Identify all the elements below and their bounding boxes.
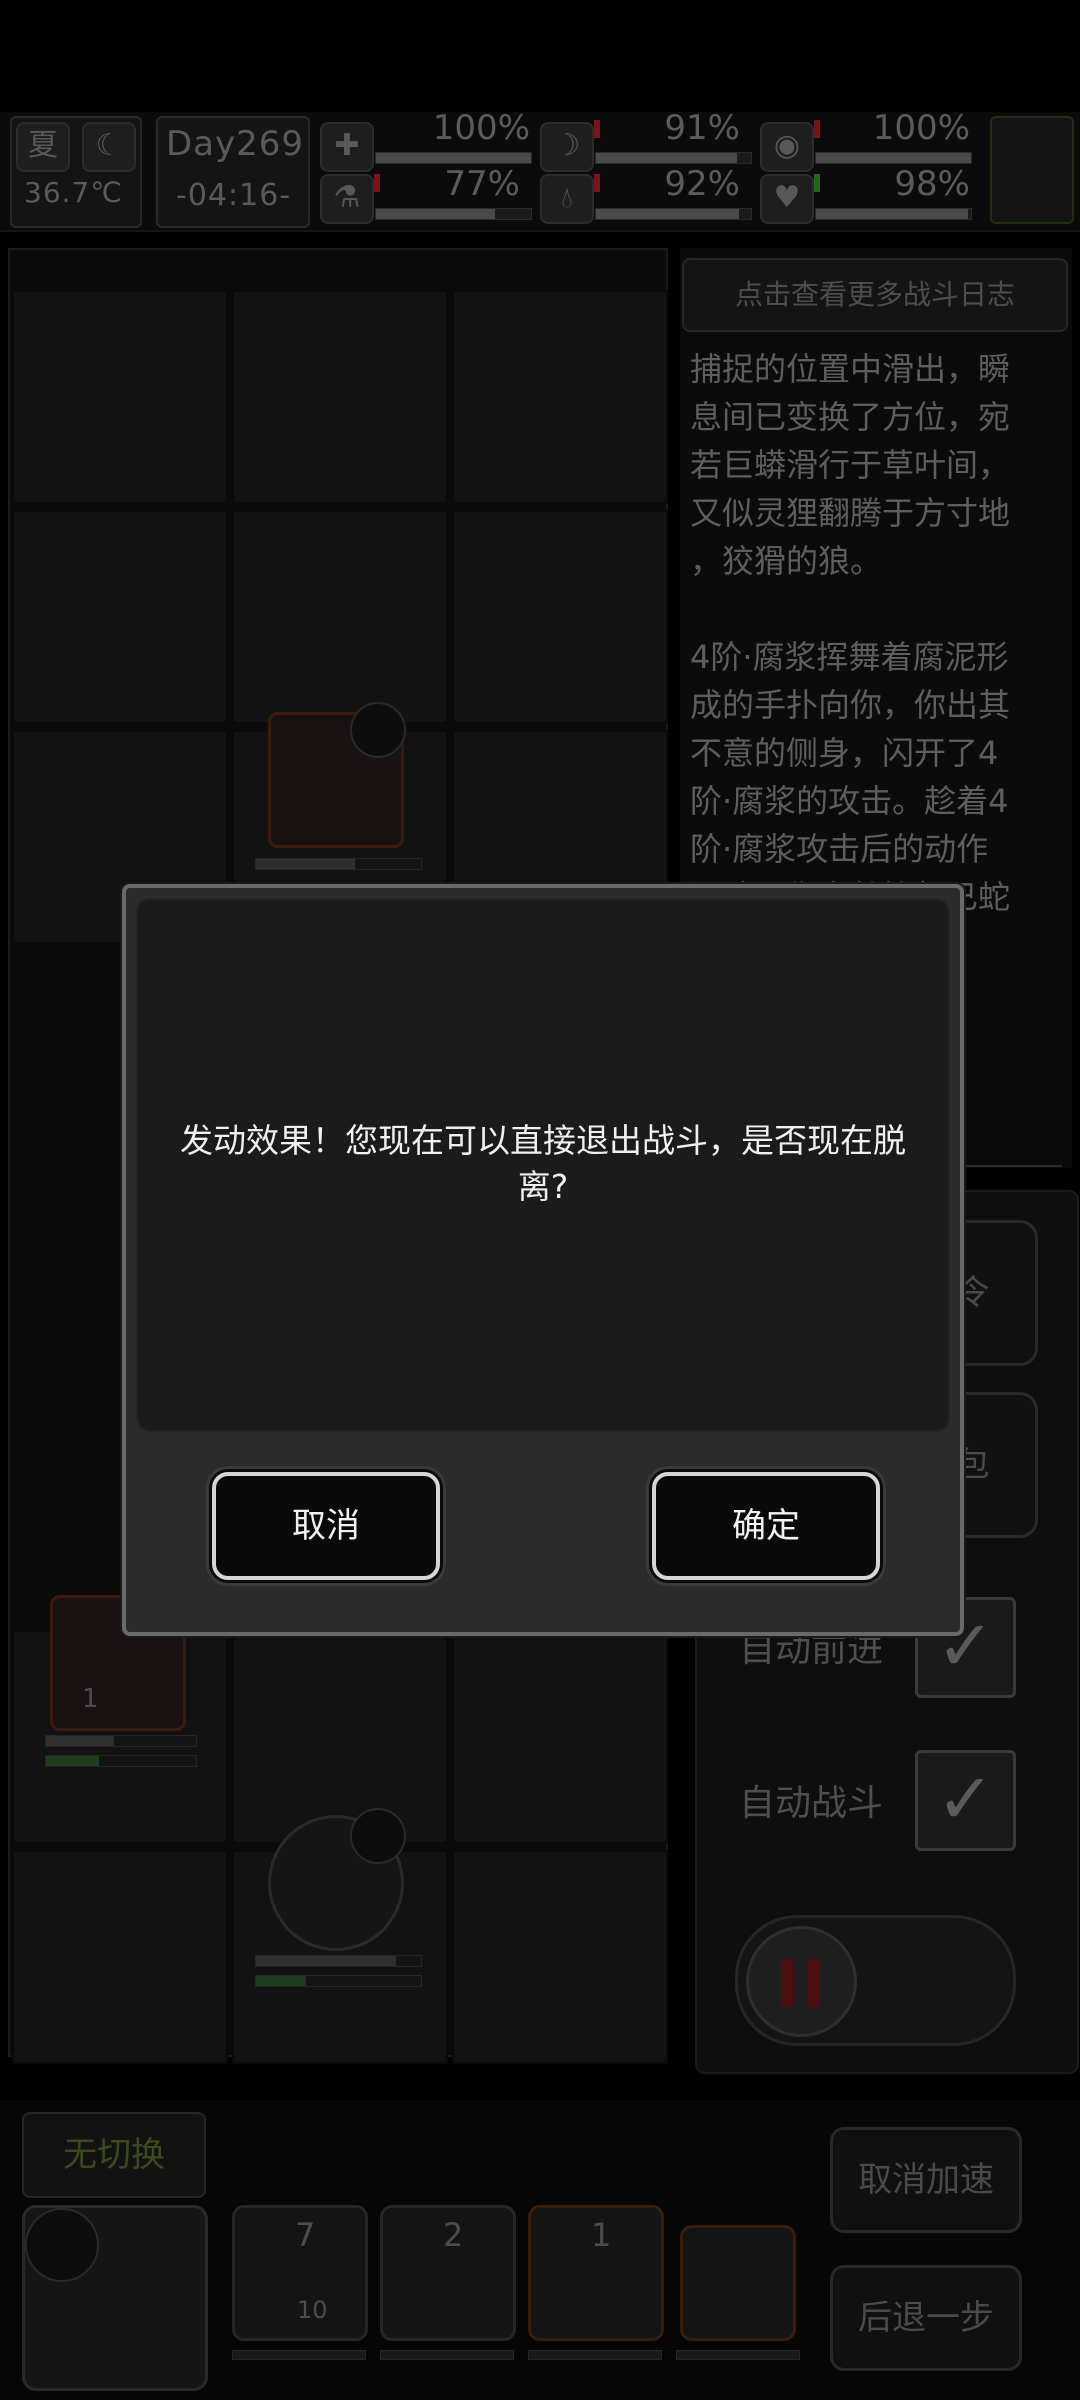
confirm-button[interactable]: 确定 xyxy=(652,1472,880,1580)
escape-battle-dialog: 发动效果！您现在可以直接退出战斗，是否现在脱离? 取消 确定 xyxy=(122,884,964,1636)
dialog-content: 发动效果！您现在可以直接退出战斗，是否现在脱离? xyxy=(136,898,950,1432)
cancel-button[interactable]: 取消 xyxy=(212,1472,440,1580)
dialog-message: 发动效果！您现在可以直接退出战斗，是否现在脱离? xyxy=(180,1121,906,1206)
